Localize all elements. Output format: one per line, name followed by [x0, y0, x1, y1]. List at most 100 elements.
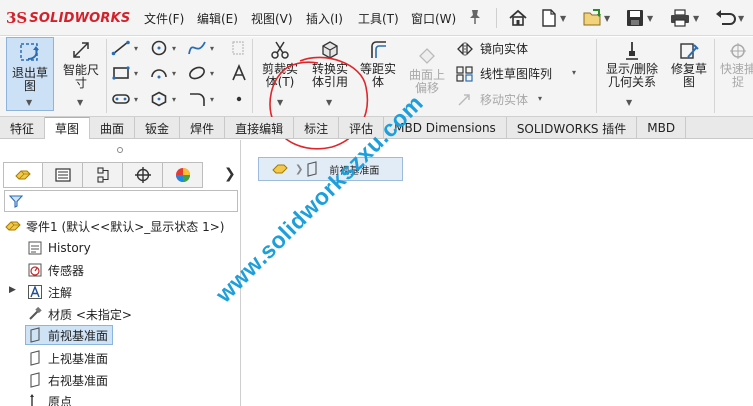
- brand-name: SOLIDWORKS: [29, 10, 131, 26]
- tree-item-material[interactable]: 材质 <未指定>: [26, 304, 132, 324]
- tab-markup[interactable]: 标注: [294, 117, 340, 139]
- menu-insert[interactable]: 插入(I): [306, 10, 343, 27]
- plane-button[interactable]: [228, 39, 250, 57]
- tab-sheet-metal[interactable]: 钣金: [135, 117, 181, 139]
- tab-weldments[interactable]: 焊件: [180, 117, 226, 139]
- chevron-down-icon[interactable]: ▾: [134, 95, 138, 104]
- chevron-down-icon[interactable]: ▼: [77, 98, 83, 107]
- save-button[interactable]: [625, 6, 645, 30]
- menu-tools[interactable]: 工具(T): [358, 10, 399, 27]
- appearance-icon: [175, 168, 190, 182]
- chevron-down-icon[interactable]: ▾: [172, 69, 176, 78]
- chevron-down-icon[interactable]: ▾: [134, 44, 138, 53]
- circle-button[interactable]: [148, 39, 170, 57]
- chevron-down-icon[interactable]: ▾: [538, 94, 542, 103]
- new-document-button[interactable]: [540, 6, 558, 30]
- tab-configuration-manager[interactable]: [83, 162, 123, 188]
- chevron-down-icon[interactable]: ▾: [572, 68, 576, 77]
- line-button[interactable]: [110, 39, 132, 57]
- solidworks-logo[interactable]: 3S SOLIDWORKS: [6, 8, 130, 28]
- smart-dimension-icon: [73, 42, 89, 58]
- print-button[interactable]: [669, 6, 691, 30]
- command-manager: 退出草 图 ▼ 智能尺 寸 ▼ ▾ ▾ ▾ ▾ ▾ ▾ ▾ ▾ ▾ 剪裁实 体(…: [0, 37, 753, 150]
- tree-item-history[interactable]: History: [26, 238, 91, 258]
- tree-item-sensors[interactable]: 传感器: [26, 260, 84, 280]
- chevron-down-icon[interactable]: ▼: [647, 14, 653, 23]
- spline-button[interactable]: [186, 39, 208, 57]
- quick-snaps-button[interactable]: 快速捕 捉: [718, 41, 753, 89]
- offset-on-surface-button[interactable]: 曲面上 偏移: [404, 47, 450, 95]
- open-button[interactable]: [582, 6, 604, 30]
- group-separator: [106, 39, 107, 113]
- smart-dimension-button[interactable]: 智能尺 寸: [58, 39, 104, 90]
- pin-icon[interactable]: [468, 9, 482, 25]
- tree-item-label: 前视基准面: [48, 328, 109, 343]
- panel-tabs: [3, 162, 203, 188]
- display-delete-relations-button[interactable]: 显示/删除 几何关系: [600, 41, 664, 89]
- undo-icon: [716, 10, 736, 25]
- chevron-down-icon[interactable]: ▾: [210, 44, 214, 53]
- rectangle-button[interactable]: [110, 64, 132, 82]
- tab-solidworks-addins[interactable]: SOLIDWORKS 插件: [507, 117, 638, 139]
- arc-button[interactable]: [148, 64, 170, 82]
- home-button[interactable]: [508, 6, 528, 30]
- expand-arrow-icon[interactable]: ▶: [9, 285, 16, 295]
- chevron-down-icon[interactable]: ▾: [210, 95, 214, 104]
- slot-button[interactable]: [110, 90, 132, 108]
- chevron-down-icon[interactable]: ▼: [560, 14, 566, 23]
- tree-item-label: 右视基准面: [48, 373, 109, 388]
- slot-icon: [112, 94, 130, 104]
- menu-file[interactable]: 文件(F): [144, 10, 184, 27]
- circle-icon: [151, 40, 167, 56]
- menu-window[interactable]: 窗口(W): [411, 10, 456, 27]
- panel-collapse-handle[interactable]: [116, 146, 124, 154]
- undo-button[interactable]: [714, 6, 736, 30]
- linear-pattern-button[interactable]: 线性草图阵列: [456, 65, 552, 82]
- fillet-button[interactable]: [186, 90, 208, 108]
- tree-part-root[interactable]: 零件1 (默认<<默认>_显示状态 1>): [4, 216, 224, 236]
- tab-dimxpert-manager[interactable]: [123, 162, 163, 188]
- tree-item-annotations[interactable]: 注解: [26, 282, 72, 302]
- save-icon: [627, 10, 643, 26]
- rectangle-icon: [112, 66, 130, 80]
- tab-feature-manager[interactable]: [3, 162, 43, 188]
- chevron-right-icon[interactable]: ❯: [224, 166, 236, 182]
- ellipse-button[interactable]: [186, 64, 208, 82]
- smart-dimension-label: 智能尺 寸: [62, 63, 99, 90]
- line-icon: [111, 40, 130, 56]
- chevron-down-icon[interactable]: ▼: [604, 14, 610, 23]
- chevron-down-icon[interactable]: ▼: [693, 14, 699, 23]
- repair-sketch-button[interactable]: 修复草 图: [666, 41, 712, 89]
- text-button[interactable]: [228, 64, 250, 82]
- tree-item-origin[interactable]: 原点: [26, 391, 72, 406]
- tab-display-manager[interactable]: [163, 162, 203, 188]
- move-entities-button[interactable]: 移动实体: [456, 91, 528, 108]
- polygon-button[interactable]: [148, 90, 170, 108]
- print-icon: [671, 9, 689, 27]
- tree-item-right-plane[interactable]: 右视基准面: [26, 370, 108, 390]
- chevron-down-icon[interactable]: ▾: [172, 44, 176, 53]
- chevron-down-icon[interactable]: ▾: [172, 95, 176, 104]
- tab-features[interactable]: 特征: [0, 117, 46, 139]
- chevron-down-icon[interactable]: ▼: [26, 98, 32, 107]
- title-menu-bar: 3S SOLIDWORKS 文件(F) 编辑(E) 视图(V) 插入(I) 工具…: [0, 0, 753, 36]
- mirror-entities-button[interactable]: 镜向实体: [456, 40, 528, 57]
- point-button[interactable]: [228, 90, 250, 108]
- feature-manager-icon: [15, 170, 31, 180]
- chevron-down-icon[interactable]: ▼: [738, 14, 744, 23]
- part-icon: [272, 164, 288, 174]
- chevron-down-icon[interactable]: ▾: [134, 69, 138, 78]
- chevron-down-icon[interactable]: ▾: [210, 69, 214, 78]
- tab-sketch[interactable]: 草图: [45, 117, 91, 139]
- tree-filter[interactable]: [4, 190, 238, 212]
- menu-view[interactable]: 视图(V): [251, 10, 293, 27]
- tab-mbd[interactable]: MBD: [637, 117, 687, 139]
- display-delete-relations-label: 显示/删除 几何关系: [605, 62, 659, 89]
- menu-edit[interactable]: 编辑(E): [197, 10, 238, 27]
- chevron-down-icon[interactable]: ▼: [626, 98, 632, 107]
- tab-surfaces[interactable]: 曲面: [90, 117, 136, 139]
- tree-item-top-plane[interactable]: 上视基准面: [26, 348, 108, 368]
- tab-direct-editing[interactable]: 直接编辑: [225, 117, 295, 139]
- tree-item-front-plane[interactable]: 前视基准面: [25, 325, 114, 345]
- tab-property-manager[interactable]: [43, 162, 83, 188]
